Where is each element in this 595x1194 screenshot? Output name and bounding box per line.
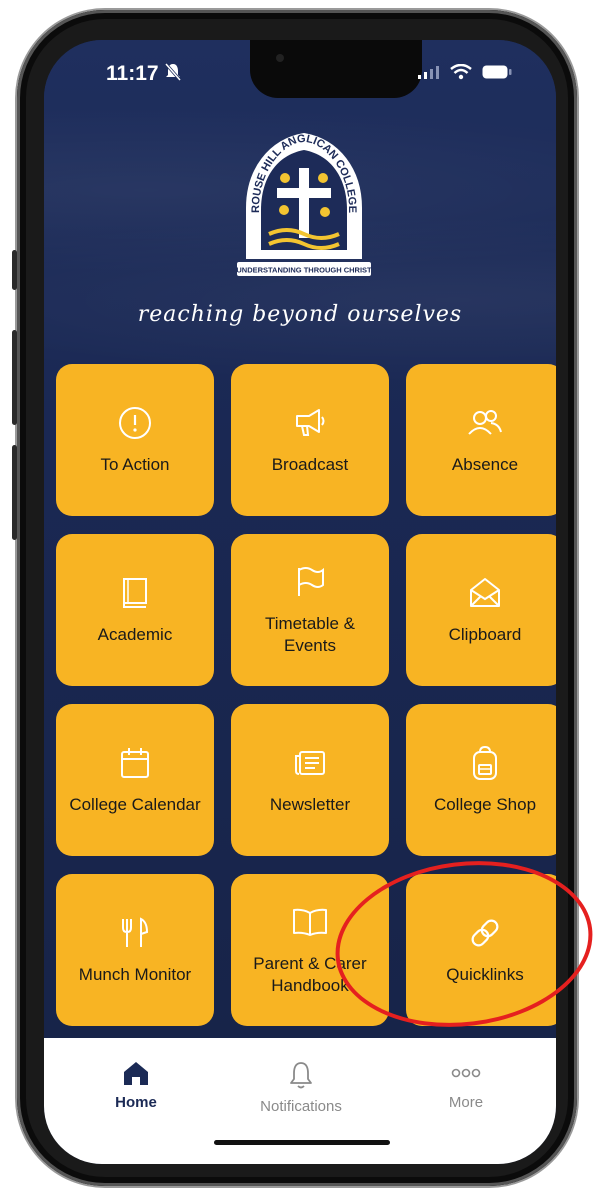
tile-label: Parent & Carer Handbook	[253, 954, 367, 995]
status-icons	[418, 64, 512, 80]
tab-home[interactable]: Home	[56, 1060, 216, 1111]
tile-absence[interactable]: Absence	[406, 364, 556, 516]
tile-label: Quicklinks	[446, 965, 524, 984]
calendar-icon	[121, 748, 149, 778]
tile-label: To Action	[100, 455, 170, 474]
flag-icon	[298, 567, 324, 596]
home-icon	[124, 1062, 148, 1085]
book-icon	[123, 578, 147, 608]
tab-home-label: Home	[115, 1094, 157, 1111]
fork-knife-icon	[122, 917, 149, 947]
tab-more-label: More	[448, 1094, 484, 1111]
notch	[250, 40, 422, 98]
tile-broadcast[interactable]: Broadcast	[231, 364, 389, 516]
tile-label: Clipboard	[448, 625, 522, 644]
newspaper-icon	[295, 751, 325, 775]
wifi-icon	[450, 64, 472, 80]
status-time: 11:17	[106, 62, 159, 85]
megaphone-icon	[296, 409, 325, 436]
signal-icon	[418, 66, 439, 79]
tile-college-calendar[interactable]: College Calendar	[56, 704, 214, 856]
link-icon	[471, 919, 499, 947]
bottom-tab-bar: Home Notifications More	[44, 1038, 556, 1164]
people-icon	[468, 410, 502, 435]
tile-academic[interactable]: Academic	[56, 534, 214, 686]
college-crest-logo: UNDERSTANDING THROUGH CHRIST ROUSE HILL …	[236, 133, 372, 276]
tile-timetable-events[interactable]: Timetable & Events	[231, 534, 389, 686]
phone-screen: 11:17 UNDERSTANDING THROUGH CHRIST ROUSE…	[44, 40, 556, 1164]
tile-college-shop[interactable]: College Shop	[406, 704, 556, 856]
tile-label: Academic	[97, 625, 173, 644]
tile-label: Broadcast	[271, 455, 349, 474]
battery-icon	[482, 65, 512, 79]
tile-quicklinks[interactable]: Quicklinks	[406, 874, 556, 1026]
tile-label: Munch Monitor	[78, 965, 192, 984]
tile-parent-carer-handbook[interactable]: Parent & Carer Handbook	[231, 874, 389, 1026]
bell-icon	[290, 1062, 312, 1089]
crest-motto: UNDERSTANDING THROUGH CHRIST	[236, 266, 372, 275]
more-dots-icon	[451, 1068, 481, 1078]
college-tagline: reaching beyond ourselves	[137, 302, 463, 327]
alert-circle-icon	[119, 407, 151, 439]
tile-label: College Shop	[433, 795, 537, 814]
tile-label: Absence	[451, 455, 519, 474]
volume-up-button	[12, 330, 17, 425]
silent-switch	[12, 250, 17, 290]
tile-newsletter[interactable]: Newsletter	[231, 704, 389, 856]
envelope-open-icon	[470, 578, 500, 607]
tab-notifications-label: Notifications	[260, 1098, 342, 1115]
home-indicator	[214, 1140, 390, 1145]
tile-label: College Calendar	[69, 795, 201, 814]
tile-munch-monitor[interactable]: Munch Monitor	[56, 874, 214, 1026]
tab-more[interactable]: More	[386, 1060, 546, 1111]
tile-clipboard[interactable]: Clipboard	[406, 534, 556, 686]
silent-bell-icon	[164, 63, 182, 81]
tile-label: Newsletter	[269, 795, 351, 814]
tab-notifications[interactable]: Notifications	[221, 1060, 381, 1115]
backpack-icon	[473, 745, 497, 780]
tile-label: Timetable & Events	[264, 614, 356, 655]
tile-to-action[interactable]: To Action	[56, 364, 214, 516]
volume-down-button	[12, 445, 17, 540]
open-book-icon	[293, 908, 327, 936]
